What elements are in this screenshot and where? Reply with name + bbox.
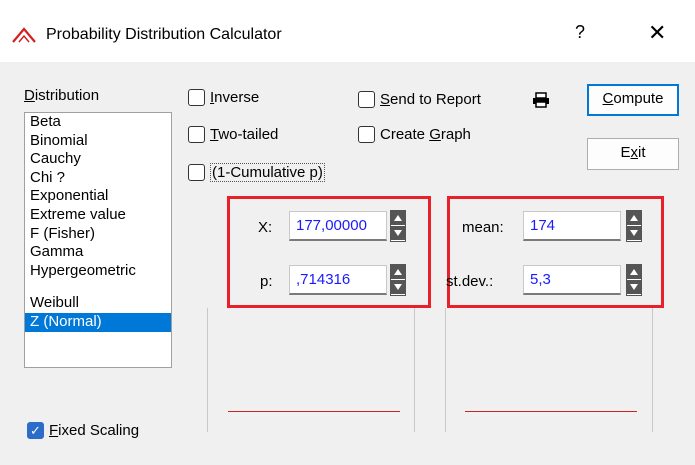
- check-icon[interactable]: ✓: [27, 422, 44, 439]
- list-item[interactable]: Extreme value: [25, 206, 171, 225]
- list-item[interactable]: Cauchy: [25, 150, 171, 169]
- spin-up-icon[interactable]: [627, 265, 641, 280]
- title-bar: Probability Distribution Calculator ? ✕: [0, 0, 695, 62]
- compute-button[interactable]: Compute: [587, 84, 679, 116]
- p-spinner[interactable]: [390, 264, 406, 296]
- spin-down-icon[interactable]: [627, 226, 641, 241]
- list-item[interactable]: F (Fisher): [25, 225, 171, 244]
- one-minus-cumulative-label: (1-Cumulative p): [210, 163, 325, 182]
- x-spinner[interactable]: [390, 210, 406, 242]
- spin-up-icon[interactable]: [391, 211, 405, 226]
- stdev-label: st.dev.:: [446, 273, 494, 290]
- checkbox-box[interactable]: [188, 164, 205, 181]
- spin-up-icon[interactable]: [391, 265, 405, 280]
- list-item[interactable]: Beta: [25, 113, 171, 132]
- inverse-label: Inverse: [210, 89, 260, 106]
- checkbox-box[interactable]: [358, 91, 375, 108]
- x-input[interactable]: 177,00000: [289, 211, 387, 241]
- create-graph-checkbox[interactable]: Create Graph: [358, 126, 471, 143]
- send-to-report-label: Send to Report: [380, 91, 481, 108]
- help-button[interactable]: ?: [575, 22, 585, 43]
- mean-spinner[interactable]: [626, 210, 642, 242]
- two-tailed-label: Two-tailed: [210, 126, 279, 143]
- checkbox-box[interactable]: [188, 126, 205, 143]
- inverse-checkbox[interactable]: Inverse: [188, 89, 259, 106]
- distribution-list[interactable]: Beta Binomial Cauchy Chi ? Exponential E…: [24, 112, 172, 368]
- list-item[interactable]: Hypergeometric: [25, 262, 171, 281]
- list-item[interactable]: Weibull: [25, 294, 171, 313]
- list-item[interactable]: Gamma: [25, 243, 171, 262]
- spin-up-icon[interactable]: [627, 211, 641, 226]
- spin-down-icon[interactable]: [391, 226, 405, 241]
- graph-line-right: [465, 411, 637, 412]
- spin-down-icon[interactable]: [391, 280, 405, 295]
- stdev-input[interactable]: 5,3: [523, 265, 621, 295]
- two-tailed-checkbox[interactable]: Two-tailed: [188, 126, 278, 143]
- p-label: p:: [260, 273, 273, 290]
- list-item[interactable]: Chi ?: [25, 169, 171, 188]
- x-label: X:: [258, 219, 273, 236]
- stdev-spinner[interactable]: [626, 264, 642, 296]
- distribution-curve-icon: [12, 27, 36, 43]
- checkbox-box[interactable]: [188, 89, 205, 106]
- exit-button[interactable]: Exit: [587, 138, 679, 170]
- spin-down-icon[interactable]: [627, 280, 641, 295]
- list-item[interactable]: Exponential: [25, 187, 171, 206]
- create-graph-label: Create Graph: [380, 126, 471, 143]
- one-minus-cumulative-checkbox[interactable]: (1-Cumulative p): [188, 163, 325, 182]
- graph-panel-right: [445, 308, 653, 432]
- graph-line-left: [228, 411, 400, 412]
- window-title: Probability Distribution Calculator: [46, 26, 282, 43]
- graph-panel-left: [207, 308, 415, 432]
- checkbox-box[interactable]: [358, 126, 375, 143]
- send-to-report-checkbox[interactable]: Send to Report: [358, 91, 481, 108]
- fixed-scaling-label: Fixed Scaling: [49, 422, 140, 439]
- distribution-label: Distribution: [24, 87, 100, 104]
- list-item-selected[interactable]: Z (Normal): [25, 312, 171, 332]
- close-button[interactable]: ✕: [648, 20, 666, 46]
- mean-label: mean:: [462, 219, 504, 236]
- mean-input[interactable]: 174: [523, 211, 621, 241]
- p-input[interactable]: ,714316: [289, 265, 387, 295]
- fixed-scaling-checkbox[interactable]: ✓ Fixed Scaling: [27, 422, 139, 439]
- list-item[interactable]: Binomial: [25, 132, 171, 151]
- printer-icon[interactable]: [532, 92, 550, 108]
